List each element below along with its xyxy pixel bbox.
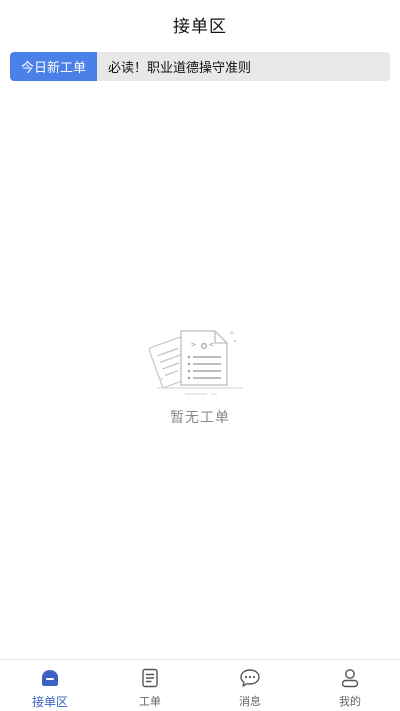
home-icon bbox=[42, 670, 58, 686]
tab-label-profile: 我的 bbox=[339, 695, 361, 708]
bottom-tab-bar: 接单区 工单 消息 我的 bbox=[0, 659, 400, 711]
svg-text:<: < bbox=[209, 340, 214, 349]
page-title: 接单区 bbox=[173, 16, 227, 37]
notice-bar[interactable]: 今日新工单 必读！职业道德操守准则 bbox=[10, 52, 390, 81]
chat-bubble-icon bbox=[240, 669, 260, 687]
empty-state: > < + + 暂无工单 bbox=[0, 325, 400, 427]
tab-messages[interactable]: 消息 bbox=[200, 660, 300, 711]
tab-work-orders[interactable]: 工单 bbox=[100, 660, 200, 711]
svg-text:+: + bbox=[229, 329, 235, 337]
top-header: 接单区 bbox=[0, 0, 400, 48]
svg-text:>: > bbox=[191, 340, 196, 349]
user-icon bbox=[341, 669, 359, 688]
empty-document-icon: > < + + bbox=[148, 329, 243, 395]
tab-profile[interactable]: 我的 bbox=[300, 660, 400, 711]
notice-text[interactable]: 必读！职业道德操守准则 bbox=[108, 57, 251, 76]
tab-label-order-area: 接单区 bbox=[31, 695, 68, 709]
empty-state-text: 暂无工单 bbox=[170, 410, 230, 426]
tab-order-area[interactable]: 接单区 bbox=[0, 660, 100, 711]
svg-text:+: + bbox=[159, 376, 164, 383]
document-icon bbox=[142, 668, 158, 688]
new-orders-tag[interactable]: 今日新工单 bbox=[10, 52, 97, 81]
app-root: 接单区 今日新工单 必读！职业道德操守准则 > < + + 暂无工单 接单区 工… bbox=[0, 0, 400, 711]
tab-label-work-orders: 工单 bbox=[139, 695, 161, 708]
tab-label-messages: 消息 bbox=[239, 695, 261, 708]
